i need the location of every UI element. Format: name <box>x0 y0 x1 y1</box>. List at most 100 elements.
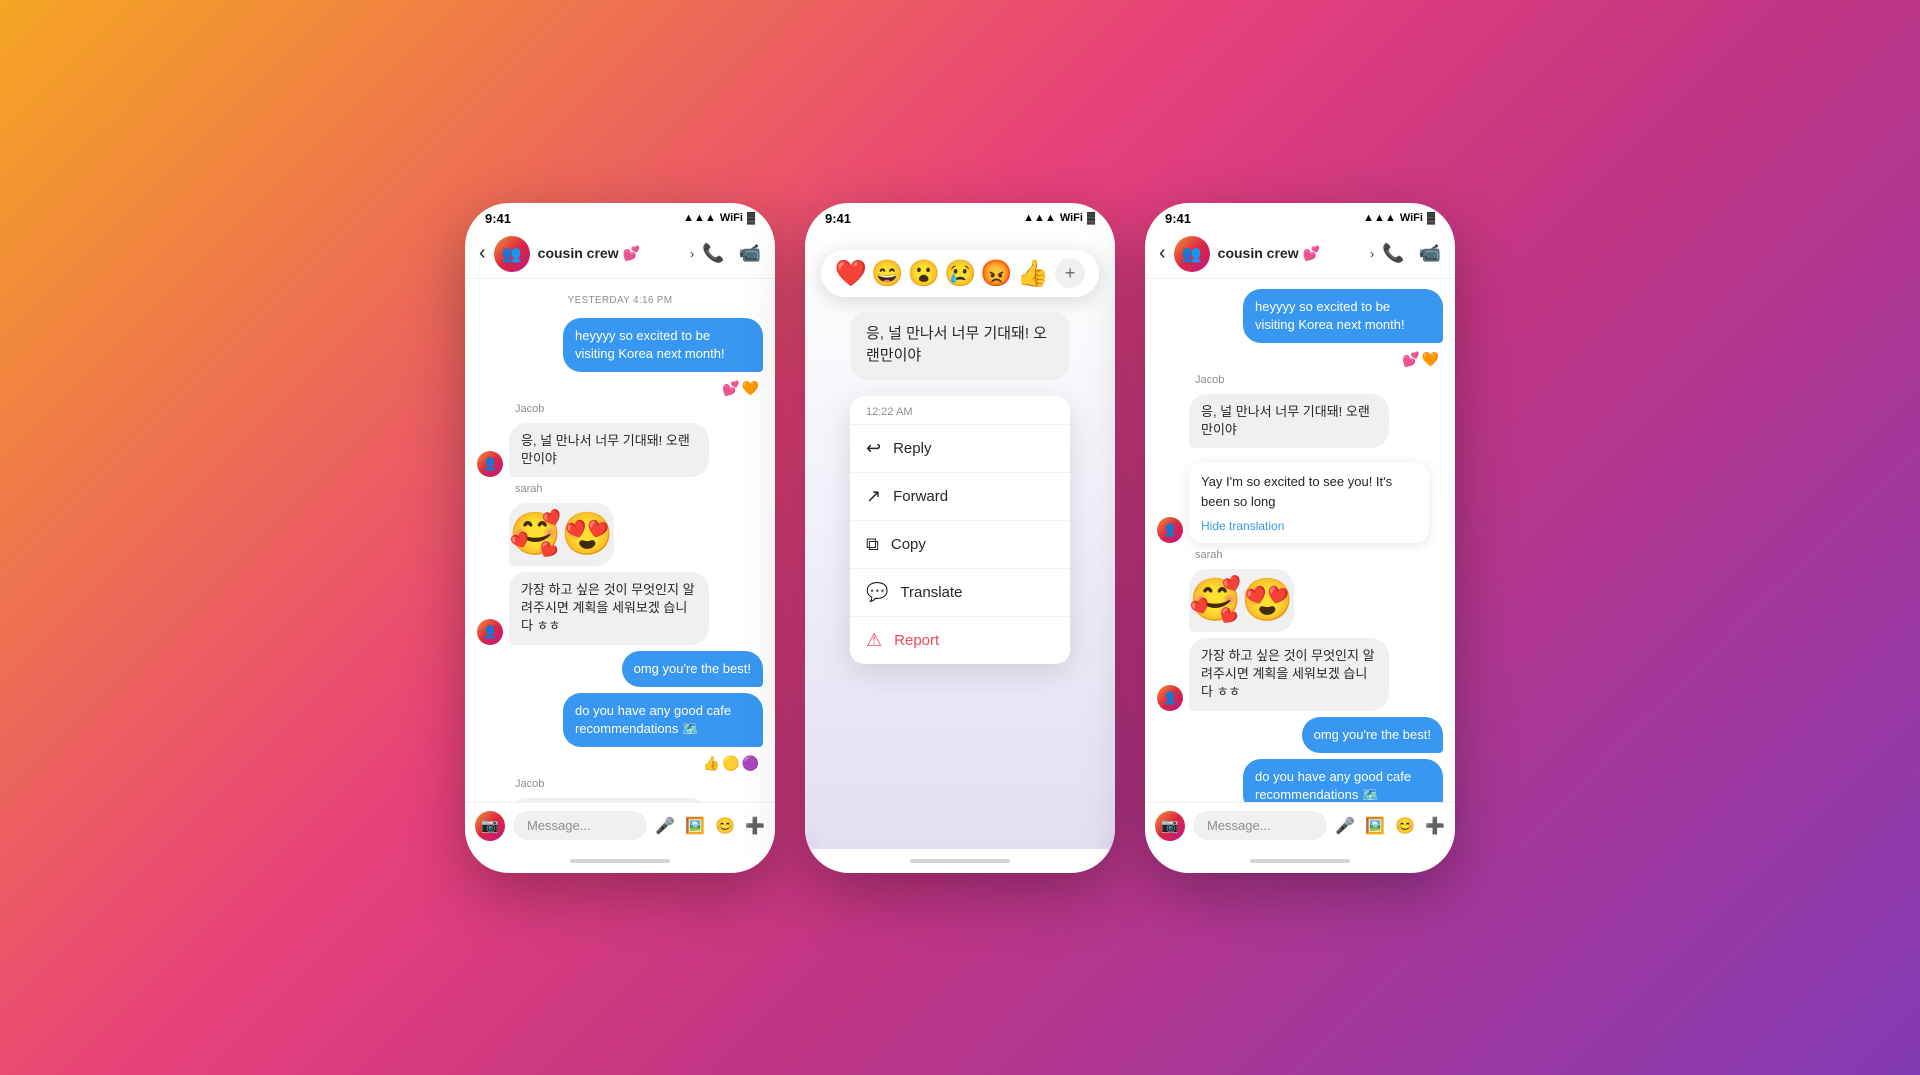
mic-icon-right[interactable]: 🎤 <box>1335 816 1355 836</box>
input-icons-left: 🎤 🖼️ 😊 ➕ <box>655 816 765 836</box>
menu-report[interactable]: ⚠ Report <box>850 616 1070 664</box>
add-icon-right[interactable]: ➕ <box>1425 816 1445 836</box>
group-name-left[interactable]: cousin crew 💕 <box>538 245 682 262</box>
bubble-4[interactable]: 가장 하고 싶은 것이 무엇인지 알려주시면 계획을 세워보겠 습니다 ㅎㅎ <box>509 572 709 645</box>
message-input-right[interactable]: Message... <box>1193 811 1327 840</box>
emoji-add-button[interactable]: + <box>1055 258 1085 288</box>
chat-header-right: ‹ 👥 cousin crew 💕 › 📞 📹 <box>1145 230 1455 279</box>
status-time-middle: 9:41 <box>825 211 851 226</box>
status-time-left: 9:41 <box>485 211 511 226</box>
input-bar-right: 📷 Message... 🎤 🖼️ 😊 ➕ <box>1145 802 1455 849</box>
r-avatar-sarah: 👤 <box>1157 685 1183 711</box>
battery-icon-middle: ▓ <box>1087 212 1095 224</box>
messages-left: YESTERDAY 4:16 PM heyyyy so excited to b… <box>465 279 775 802</box>
emoji-reaction-bar: ❤️ 😄 😮 😢 😡 👍 + <box>821 250 1099 297</box>
emoji-thumbsup[interactable]: 👍 <box>1017 258 1049 289</box>
sender-jacob-1: Jacob <box>515 403 763 415</box>
back-button-left[interactable]: ‹ <box>479 242 486 265</box>
home-bar-right <box>1250 859 1350 863</box>
context-menu: 12:22 AM ↩ Reply ↗ Forward ⧉ Copy 💬 Tran… <box>850 396 1070 664</box>
emoji-heart[interactable]: ❤️ <box>835 258 867 289</box>
bubble-1[interactable]: heyyyy so excited to be visiting Korea n… <box>563 318 763 372</box>
emoji-angry[interactable]: 😡 <box>980 258 1012 289</box>
menu-translate[interactable]: 💬 Translate <box>850 568 1070 616</box>
msg-row-1: heyyyy so excited to be visiting Korea n… <box>477 318 763 372</box>
reply-icon: ↩ <box>866 438 881 459</box>
phone-middle: 9:41 ▲▲▲ WiFi ▓ ❤️ 😄 😮 😢 😡 👍 + 응, 널 만나서 … <box>805 203 1115 873</box>
status-bar-right: 9:41 ▲▲▲ WiFi ▓ <box>1145 203 1455 230</box>
menu-forward[interactable]: ↗ Forward <box>850 472 1070 520</box>
reaction-6: 👍🟡🟣 <box>477 755 759 772</box>
avatar-left: 👥 <box>494 236 530 272</box>
r-msg-row-3: 🥰😍 <box>1157 569 1443 632</box>
context-menu-time: 12:22 AM <box>850 396 1070 424</box>
home-indicator-left <box>465 849 775 873</box>
camera-button-left[interactable]: 📷 <box>475 811 505 841</box>
message-input-left[interactable]: Message... <box>513 811 647 840</box>
msg-row-4: 👤 가장 하고 싶은 것이 무엇인지 알려주시면 계획을 세워보겠 습니다 ㅎㅎ <box>477 572 763 645</box>
reaction-1: 💕🧡 <box>477 380 759 397</box>
status-bar-middle: 9:41 ▲▲▲ WiFi ▓ <box>805 203 1115 230</box>
emoji-cry[interactable]: 😢 <box>944 258 976 289</box>
phone-icon-right[interactable]: 📞 <box>1382 243 1404 264</box>
bubble-2[interactable]: 응, 널 만나서 너무 기대돼! 오랜만이야 <box>509 423 709 477</box>
wifi-icon-right: WiFi <box>1400 212 1423 224</box>
copy-label: Copy <box>891 536 926 553</box>
add-icon-left[interactable]: ➕ <box>745 816 765 836</box>
r-msg-row-4: 👤 가장 하고 싶은 것이 무엇인지 알려주시면 계획을 세워보겠 습니다 ㅎㅎ <box>1157 638 1443 711</box>
r-bubble-1[interactable]: heyyyy so excited to be visiting Korea n… <box>1243 289 1443 343</box>
chevron-right[interactable]: › <box>1370 247 1374 261</box>
r-msg-row-1: heyyyy so excited to be visiting Korea n… <box>1157 289 1443 343</box>
bubble-3[interactable]: 🥰😍 <box>509 503 614 566</box>
status-icons-left: ▲▲▲ WiFi ▓ <box>683 212 755 224</box>
msg-row-3: 🥰😍 <box>477 503 763 566</box>
video-icon-left[interactable]: 📹 <box>739 243 761 264</box>
emoji-laugh[interactable]: 😄 <box>871 258 903 289</box>
emoji-wow[interactable]: 😮 <box>908 258 940 289</box>
r-bubble-4[interactable]: 가장 하고 싶은 것이 무엇인지 알려주시면 계획을 세워보겠 습니다 ㅎㅎ <box>1189 638 1389 711</box>
msg-row-6: do you have any good cafe recommendation… <box>477 693 763 747</box>
video-icon-right[interactable]: 📹 <box>1419 243 1441 264</box>
middle-overlay: ❤️ 😄 😮 😢 😡 👍 + 응, 널 만나서 너무 기대돼! 오랜만이야 12… <box>805 230 1115 849</box>
r-msg-row-5: omg you're the best! <box>1157 717 1443 753</box>
msg-row-2: 👤 응, 널 만나서 너무 기대돼! 오랜만이야 <box>477 423 763 477</box>
chevron-left[interactable]: › <box>690 247 694 261</box>
forward-label: Forward <box>893 488 948 505</box>
r-sender-jacob-1: Jacob <box>1195 374 1443 386</box>
r-bubble-5[interactable]: omg you're the best! <box>1302 717 1443 753</box>
forward-icon: ↗ <box>866 486 881 507</box>
bubble-5[interactable]: omg you're the best! <box>622 651 763 687</box>
translation-text: Yay I'm so excited to see you! It's been… <box>1201 472 1417 511</box>
status-bar-left: 9:41 ▲▲▲ WiFi ▓ <box>465 203 775 230</box>
menu-reply[interactable]: ↩ Reply <box>850 424 1070 472</box>
timestamp-left: YESTERDAY 4:16 PM <box>477 295 763 306</box>
avatar-sarah: 👤 <box>477 619 503 645</box>
wifi-icon-middle: WiFi <box>1060 212 1083 224</box>
status-icons-middle: ▲▲▲ WiFi ▓ <box>1023 212 1095 224</box>
group-name-right[interactable]: cousin crew 💕 <box>1218 245 1362 262</box>
home-bar-middle <box>910 859 1010 863</box>
hide-translation-button[interactable]: Hide translation <box>1201 519 1417 533</box>
r-bubble-2[interactable]: 응, 널 만나서 너무 기대돼! 오랜만이야 <box>1189 394 1389 448</box>
home-bar-left <box>570 859 670 863</box>
translate-label: Translate <box>900 584 962 601</box>
mic-icon-left[interactable]: 🎤 <box>655 816 675 836</box>
menu-copy[interactable]: ⧉ Copy <box>850 520 1070 568</box>
highlighted-bubble-middle: 응, 널 만나서 너무 기대돼! 오랜만이야 <box>850 311 1070 380</box>
battery-icon-left: ▓ <box>747 212 755 224</box>
photo-icon-left[interactable]: 🖼️ <box>685 816 705 836</box>
r-bubble-6[interactable]: do you have any good cafe recommendation… <box>1243 759 1443 802</box>
back-button-right[interactable]: ‹ <box>1159 242 1166 265</box>
signal-icon-right: ▲▲▲ <box>1363 212 1396 224</box>
avatar-right: 👥 <box>1174 236 1210 272</box>
camera-button-right[interactable]: 📷 <box>1155 811 1185 841</box>
bubble-6[interactable]: do you have any good cafe recommendation… <box>563 693 763 747</box>
phone-icon-left[interactable]: 📞 <box>702 243 724 264</box>
r-bubble-3[interactable]: 🥰😍 <box>1189 569 1294 632</box>
emoji-icon-right[interactable]: 😊 <box>1395 816 1415 836</box>
emoji-icon-left[interactable]: 😊 <box>715 816 735 836</box>
photo-icon-right[interactable]: 🖼️ <box>1365 816 1385 836</box>
status-time-right: 9:41 <box>1165 211 1191 226</box>
sender-sarah: sarah <box>515 483 763 495</box>
status-icons-right: ▲▲▲ WiFi ▓ <box>1363 212 1435 224</box>
